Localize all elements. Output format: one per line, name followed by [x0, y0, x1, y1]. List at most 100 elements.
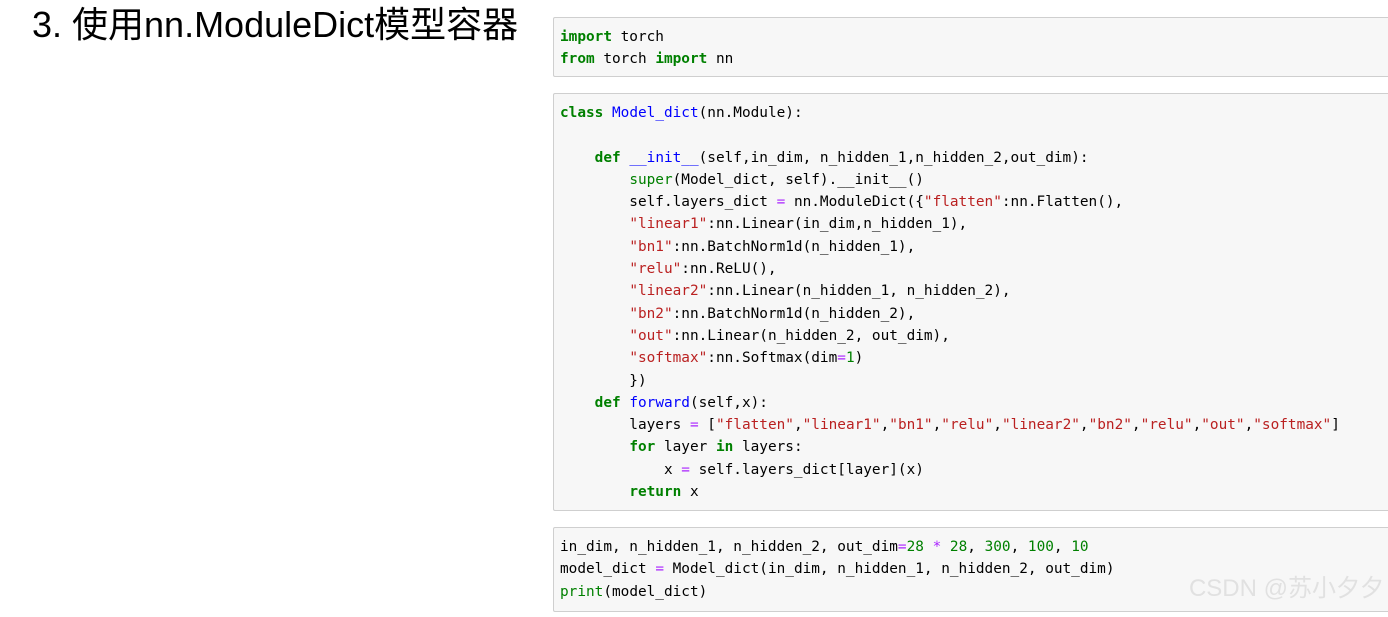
code-token: = — [681, 461, 690, 478]
code-token: "linear2" — [629, 283, 708, 300]
code-token: "linear2" — [1001, 417, 1080, 434]
code-token: }) — [560, 372, 647, 389]
code-editor-imports[interactable]: import torch from torch import nn — [560, 26, 733, 71]
code-cell-model-class[interactable]: class Model_dict(nn.Module): def __init_… — [553, 93, 1388, 511]
code-line: import torch — [560, 26, 733, 48]
code-line: super(Model_dict, self).__init__() — [560, 169, 1340, 191]
code-line: return x — [560, 481, 1340, 503]
code-token: , — [880, 417, 890, 434]
code-token: import — [655, 51, 708, 68]
code-editor-instantiate[interactable]: in_dim, n_hidden_1, n_hidden_2, out_dim=… — [560, 536, 1115, 603]
code-line: "softmax":nn.Softmax(dim=1) — [560, 347, 1340, 369]
code-token: super — [629, 171, 673, 188]
code-token: (Model_dict, self).__init__() — [672, 171, 924, 188]
code-token: 1 — [845, 350, 855, 367]
code-token: "out" — [1201, 417, 1245, 434]
code-token: nn.ModuleDict({ — [785, 194, 924, 211]
code-line: "out":nn.Linear(n_hidden_2, out_dim), — [560, 325, 1340, 347]
code-token: 100 — [1027, 539, 1054, 555]
code-token: :nn.Softmax(dim — [707, 350, 838, 367]
code-token: (self,in_dim, n_hidden_1,n_hidden_2,out_… — [698, 149, 1089, 166]
code-token: :nn.BatchNorm1d(n_hidden_2), — [672, 305, 916, 322]
code-token: torch — [594, 51, 656, 68]
code-token: print — [560, 583, 604, 600]
code-token: , — [1079, 417, 1089, 434]
code-token: "relu" — [1140, 417, 1193, 434]
code-token: , — [1010, 539, 1028, 555]
code-token: in — [715, 439, 734, 456]
code-token: __init__ — [629, 149, 699, 166]
code-token: x — [560, 461, 682, 478]
code-line: "bn2":nn.BatchNorm1d(n_hidden_2), — [560, 303, 1340, 325]
code-cell-instantiate[interactable]: in_dim, n_hidden_1, n_hidden_2, out_dim=… — [553, 527, 1388, 612]
code-token: "bn1" — [889, 417, 933, 434]
code-token: = — [897, 539, 907, 555]
code-token: self.layers_dict[layer](x) — [689, 461, 924, 478]
code-token: :nn.Linear(in_dim,n_hidden_1), — [707, 216, 968, 233]
code-token: layer — [655, 439, 716, 456]
csdn-watermark: CSDN @苏小夕夕 — [1188, 575, 1384, 602]
code-token: for — [629, 439, 656, 456]
code-token: = — [776, 194, 786, 211]
code-token: 300 — [984, 539, 1011, 555]
code-token: , — [793, 417, 803, 434]
code-line: layers = ["flatten","linear1","bn1","rel… — [560, 414, 1340, 436]
code-token: torch — [611, 29, 664, 45]
code-token: x — [681, 484, 699, 501]
code-token: forward — [629, 394, 690, 411]
code-token: "flatten" — [715, 417, 794, 434]
code-token: "bn2" — [629, 305, 673, 322]
code-cell-imports[interactable]: import torch from torch import nn — [553, 17, 1388, 77]
code-token: , — [1053, 539, 1072, 555]
code-token: "out" — [629, 327, 673, 344]
code-token: , — [1192, 417, 1202, 434]
code-line: print(model_dict) — [560, 581, 1115, 603]
code-token: 10 — [1071, 539, 1089, 555]
code-token: def — [594, 149, 621, 166]
code-token: , — [1131, 417, 1141, 434]
code-token: , — [967, 539, 985, 555]
code-token: :nn.Linear(n_hidden_1, n_hidden_2), — [707, 283, 1011, 300]
code-line: "linear1":nn.Linear(in_dim,n_hidden_1), — [560, 213, 1340, 235]
code-token: from — [560, 51, 595, 68]
code-token: :nn.Flatten(), — [1001, 194, 1124, 211]
code-token: "flatten" — [923, 194, 1002, 211]
code-line: model_dict = Model_dict(in_dim, n_hidden… — [560, 558, 1115, 580]
code-token: ) — [854, 350, 864, 367]
code-token: 28 — [949, 539, 968, 555]
code-line: def __init__(self,in_dim, n_hidden_1,n_h… — [560, 147, 1340, 169]
code-editor-model-class[interactable]: class Model_dict(nn.Module): def __init_… — [560, 102, 1340, 503]
code-token: in_dim, n_hidden_1, n_hidden_2, out_dim — [560, 539, 898, 555]
code-token: "relu" — [941, 417, 994, 434]
code-line: self.layers_dict = nn.ModuleDict({"flatt… — [560, 191, 1340, 213]
code-token: class — [560, 105, 604, 121]
code-token: * — [932, 539, 942, 555]
code-token: import — [560, 29, 612, 45]
code-token: 28 — [906, 539, 924, 555]
code-token: , — [932, 417, 942, 434]
code-line: in_dim, n_hidden_1, n_hidden_2, out_dim=… — [560, 536, 1115, 558]
code-line: "bn1":nn.BatchNorm1d(n_hidden_1), — [560, 236, 1340, 258]
code-token: model_dict — [560, 561, 656, 578]
code-token: ] — [1331, 417, 1340, 434]
code-token: :nn.Linear(n_hidden_2, out_dim), — [672, 327, 950, 344]
code-line: "relu":nn.ReLU(), — [560, 258, 1340, 280]
code-token: Model_dict — [612, 105, 699, 121]
code-token: (nn.Module): — [698, 105, 803, 121]
code-line: class Model_dict(nn.Module): — [560, 102, 1340, 124]
code-token: = — [689, 417, 699, 434]
code-token: [ — [698, 417, 716, 434]
section-heading: 3. 使用nn.ModuleDict模型容器 — [32, 4, 519, 45]
